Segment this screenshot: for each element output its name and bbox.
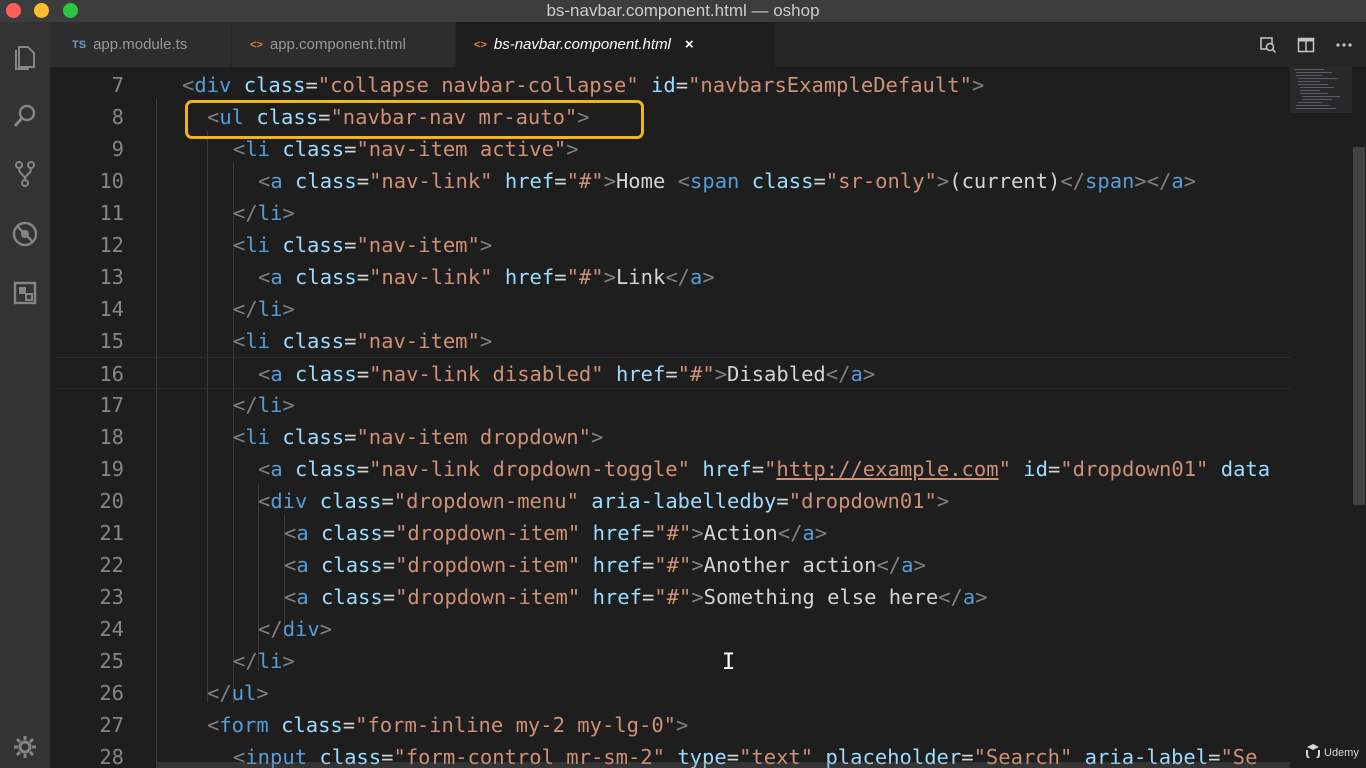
typescript-file-icon: TS <box>72 38 87 51</box>
line-number: 19 <box>99 457 124 481</box>
line-number: 7 <box>111 73 124 97</box>
close-tab-icon[interactable]: × <box>685 36 694 53</box>
code-text: <div class="dropdown-menu" aria-labelled… <box>258 489 950 513</box>
html-file-icon: <> <box>474 38 487 51</box>
code-text: <form class="form-inline my-2 my-lg-0"> <box>207 713 689 737</box>
line-number: 21 <box>99 521 124 545</box>
line-number: 23 <box>99 585 124 609</box>
editor-actions <box>1258 22 1366 67</box>
line-number: 10 <box>99 169 124 193</box>
code-line: 11 </li> <box>56 197 1290 229</box>
code-line: 20 <div class="dropdown-menu" aria-labell… <box>56 485 1290 517</box>
line-number: 11 <box>99 201 124 225</box>
code-line: 17 </li> <box>56 389 1290 421</box>
extensions-icon[interactable] <box>0 273 50 313</box>
tab-bs-navbar-component[interactable]: <> bs-navbar.component.html × <box>456 22 776 67</box>
code-text: <a class="nav-link" href="#">Home <span … <box>258 169 1197 193</box>
more-actions-icon[interactable] <box>1334 35 1354 55</box>
code-line: 18 <li class="nav-item dropdown"> <box>56 421 1290 453</box>
code-text: <a class="dropdown-item" href="#">Someth… <box>284 585 988 609</box>
code-line: 27 <form class="form-inline my-2 my-lg-0"… <box>56 709 1290 741</box>
code-line: 13 <a class="nav-link" href="#">Link</a> <box>56 261 1290 293</box>
title-bar: bs-navbar.component.html — oshop <box>0 0 1366 22</box>
code-line: 24 </div> <box>56 613 1290 645</box>
udemy-label: Udemy <box>1324 746 1359 759</box>
code-line: 21 <a class="dropdown-item" href="#">Acti… <box>56 517 1290 549</box>
line-number: 9 <box>111 137 124 161</box>
code-line: 12 <li class="nav-item"> <box>56 229 1290 261</box>
source-control-icon[interactable] <box>0 154 50 194</box>
tab-label: bs-navbar.component.html <box>493 36 671 53</box>
code-line: 14 </li> <box>56 293 1290 325</box>
highlight-box <box>185 100 644 139</box>
search-icon[interactable] <box>0 96 50 136</box>
vertical-scrollbar-thumb[interactable] <box>1353 147 1365 505</box>
line-number: 8 <box>111 105 124 129</box>
code-line: 26 </ul> <box>56 677 1290 709</box>
line-number: 17 <box>99 393 124 417</box>
code-text: <a class="nav-link dropdown-toggle" href… <box>258 457 1271 481</box>
horizontal-scrollbar[interactable] <box>157 762 1290 768</box>
line-number: 27 <box>99 713 124 737</box>
tab-label: app.module.ts <box>93 36 188 53</box>
code-text: </li> <box>233 201 295 225</box>
line-number: 26 <box>99 681 124 705</box>
line-number: 28 <box>99 745 124 768</box>
code-line: 19 <a class="nav-link dropdown-toggle" hr… <box>56 453 1290 485</box>
code-text: <a class="nav-link disabled" href="#">Di… <box>258 362 876 386</box>
window-maximize-button[interactable] <box>63 3 78 18</box>
line-number: 13 <box>99 265 124 289</box>
code-text: </div> <box>258 617 333 641</box>
code-text: </ul> <box>207 681 269 705</box>
line-number: 20 <box>99 489 124 513</box>
code-text: <div class="collapse navbar-collapse" id… <box>182 73 985 97</box>
code-text: <a class="dropdown-item" href="#">Action… <box>284 521 828 545</box>
code-line: 23 <a class="dropdown-item" href="#">Some… <box>56 581 1290 613</box>
line-number: 25 <box>99 649 124 673</box>
udemy-watermark: Udemy <box>1305 744 1359 761</box>
code-line: 25 </li> <box>56 645 1290 677</box>
line-number: 16 <box>99 362 124 386</box>
code-text: <li class="nav-item dropdown"> <box>233 425 604 449</box>
line-number: 18 <box>99 425 124 449</box>
tab-app-module[interactable]: TS app.module.ts <box>50 22 232 67</box>
line-number: 14 <box>99 297 124 321</box>
line-number: 24 <box>99 617 124 641</box>
code-editor[interactable]: 7 <div class="collapse navbar-collapse" i… <box>56 67 1290 768</box>
line-number: 15 <box>99 329 124 353</box>
html-file-icon: <> <box>250 38 263 51</box>
code-line: 22 <a class="dropdown-item" href="#">Anot… <box>56 549 1290 581</box>
code-line: 10 <a class="nav-link" href="#">Home <spa… <box>56 165 1290 197</box>
code-text: </li> <box>233 297 295 321</box>
window-minimize-button[interactable] <box>34 3 49 18</box>
open-preview-icon[interactable] <box>1258 35 1278 55</box>
debug-icon[interactable] <box>0 214 50 254</box>
code-text: </li> <box>233 649 295 673</box>
code-line-current: 16 <a class="nav-link disabled" href="#">… <box>56 357 1290 389</box>
udemy-logo-icon <box>1305 744 1321 761</box>
split-editor-icon[interactable] <box>1296 35 1316 55</box>
files-icon[interactable] <box>0 36 50 76</box>
text-cursor-icon: I <box>722 650 736 675</box>
code-text: </li> <box>233 393 295 417</box>
settings-gear-icon[interactable] <box>0 727 50 767</box>
vertical-scrollbar[interactable] <box>1352 67 1366 768</box>
tab-app-component[interactable]: <> app.component.html <box>232 22 456 67</box>
line-number: 22 <box>99 553 124 577</box>
code-line: 7 <div class="collapse navbar-collapse" i… <box>56 69 1290 101</box>
code-text: <li class="nav-item"> <box>233 329 493 353</box>
line-number: 12 <box>99 233 124 257</box>
code-text: <li class="nav-item"> <box>233 233 493 257</box>
minimap[interactable] <box>1290 67 1352 768</box>
tab-label: app.component.html <box>269 36 406 53</box>
code-line: 15 <li class="nav-item"> <box>56 325 1290 357</box>
activity-bar <box>0 22 50 768</box>
code-text: <a class="nav-link" href="#">Link</a> <box>258 265 715 289</box>
window-title: bs-navbar.component.html — oshop <box>546 1 820 20</box>
editor-tab-bar: TS app.module.ts <> app.component.html <… <box>50 22 1366 67</box>
code-text: <a class="dropdown-item" href="#">Anothe… <box>284 553 926 577</box>
window-close-button[interactable] <box>6 3 21 18</box>
